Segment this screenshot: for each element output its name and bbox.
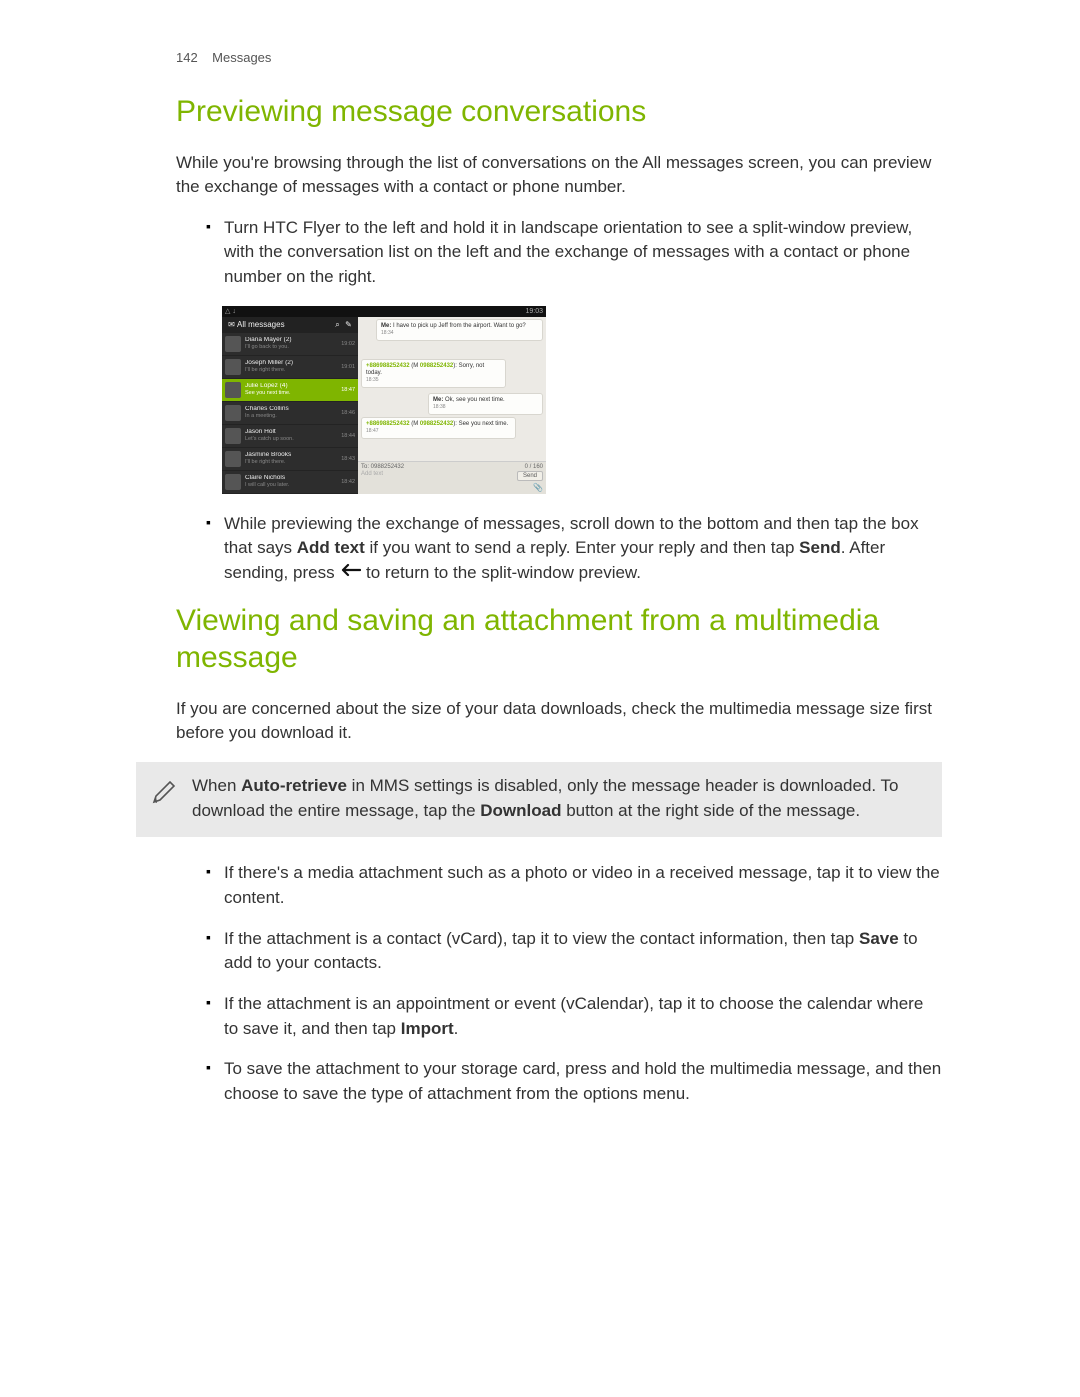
conversation-row[interactable]: Julie Lopez (4)See you next time.18:47 [222,379,358,402]
compose-area[interactable]: To: 0988252432 0 / 160 Add text Send 📎 [358,461,546,494]
running-header: 142 Messages [176,50,942,65]
conversation-row[interactable]: Diana Mayer (2)I'll go back to you.19:02 [222,333,358,356]
char-counter: 0 / 160 [525,464,543,470]
avatar [225,451,241,467]
conversation-row[interactable]: Joseph Miller (2)I'll be right there.19:… [222,356,358,379]
back-icon [339,561,361,586]
compose-icon[interactable]: ✎ [343,320,354,329]
conversation-row[interactable]: Claire NicholsI will call you later.18:4… [222,471,358,494]
conversation-row[interactable]: Jason HoltLet's catch up soon.18:44 [222,425,358,448]
list-item: If the attachment is a contact (vCard), … [176,927,942,976]
compose-to: To: 0988252432 [361,464,404,470]
page-number: 142 [176,50,198,65]
avatar [225,359,241,375]
list-item: If there's a media attachment such as a … [176,861,942,910]
list-item: To save the attachment to your storage c… [176,1057,942,1106]
list-item: If the attachment is an appointment or e… [176,992,942,1041]
list-item: While previewing the exchange of message… [176,512,942,586]
avatar [225,428,241,444]
heading-attachment: Viewing and saving an attachment from a … [176,602,942,677]
avatar [225,405,241,421]
heading-previewing: Previewing message conversations [176,93,942,131]
compose-placeholder[interactable]: Add text [361,471,383,477]
screenshot-split-preview: △ ↓ 19:03 ✉ All messages ⌕ ✎ Diana Mayer… [222,306,546,494]
intro-paragraph: While you're browsing through the list o… [176,151,942,200]
conversation-row[interactable]: Jasmine BrooksI'll be right there.18:43 [222,448,358,471]
send-button[interactable]: Send [517,471,543,481]
status-icons-left: △ ↓ [225,307,236,315]
note-box: When Auto-retrieve in MMS settings is di… [136,762,942,837]
section-name: Messages [212,50,271,65]
list-item: Turn HTC Flyer to the left and hold it i… [176,216,942,290]
search-icon[interactable]: ⌕ [332,320,343,330]
msg-icon: ✉ [226,320,237,329]
all-messages-label: All messages [237,320,285,329]
conversation-row[interactable]: Charles CollinsIn a meeting.18:46 [222,402,358,425]
avatar [225,336,241,352]
note-icon [144,774,192,813]
avatar [225,474,241,490]
status-time: 19:03 [525,308,543,315]
avatar [225,382,241,398]
attach-intro: If you are concerned about the size of y… [176,697,942,746]
attachment-icon[interactable]: 📎 [533,483,543,492]
